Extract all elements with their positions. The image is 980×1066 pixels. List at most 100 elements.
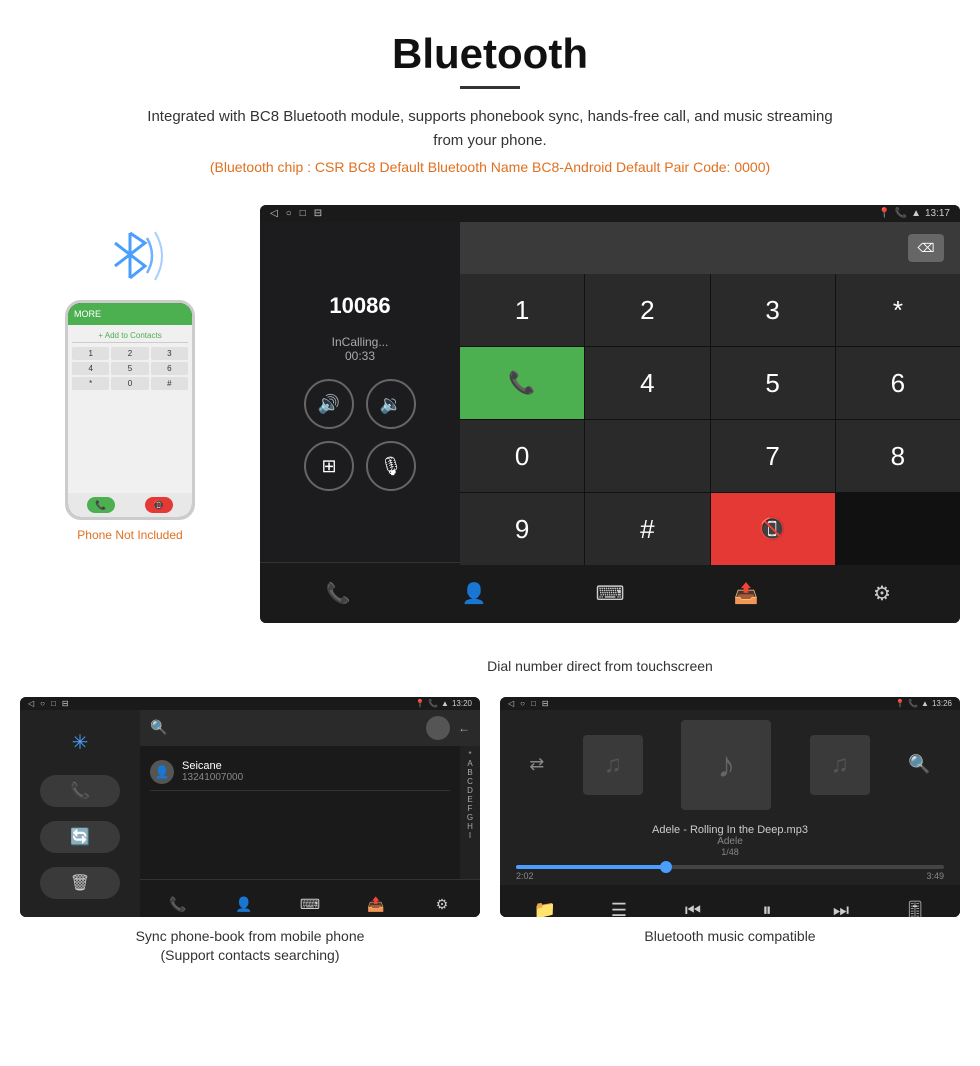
phone-key-2[interactable]: 2	[111, 347, 148, 360]
pb-call-btn[interactable]: 📞	[40, 775, 120, 807]
key-3[interactable]: 3	[711, 274, 835, 346]
music-caption: Bluetooth music compatible	[500, 927, 960, 947]
total-time: 3:49	[926, 871, 944, 881]
dialer-caption: Dial number direct from touchscreen	[220, 657, 980, 677]
pb-status-right: 📍 📞 ▲ 13:20	[415, 699, 472, 708]
phone-bar-text: MORE	[74, 309, 101, 319]
music-screen: ⇄ ♫ ♪ ♫ 🔍 Adele - Rolling In the Deep.mp…	[500, 710, 960, 917]
music-controls: 📁 ☰ ⏮ ⏸ ⏭ 🎚	[500, 885, 960, 917]
recents-icon: □	[300, 208, 306, 219]
music-folder-icon[interactable]: 📁	[527, 893, 563, 917]
nav-keypad-icon[interactable]: ⌨	[590, 573, 630, 613]
phone-end-button[interactable]: 📵	[145, 497, 173, 513]
key-5[interactable]: 5	[711, 347, 835, 419]
music-list-icon[interactable]: ☰	[601, 893, 637, 917]
key-0[interactable]: 0	[460, 420, 584, 492]
key-6[interactable]: 6	[836, 347, 960, 419]
music-menu-icon: ⊟	[542, 699, 549, 708]
key-call-red[interactable]: 📵	[711, 493, 835, 565]
pb-nav-keypad[interactable]: ⌨	[290, 885, 330, 917]
wifi-icon: ▲	[911, 208, 921, 219]
music-next-icon[interactable]: ⏭	[823, 893, 859, 917]
key-hash[interactable]: #	[585, 493, 709, 565]
menu-icon: ⊟	[314, 208, 322, 219]
key-7[interactable]: 7	[711, 420, 835, 492]
music-note-icon-small-2: ♫	[831, 751, 849, 779]
music-info: Adele - Rolling In the Deep.mp3 Adele 1/…	[500, 820, 960, 861]
nav-settings-icon[interactable]: ⚙	[862, 573, 902, 613]
backspace-button[interactable]: ⌫	[908, 234, 944, 262]
key-9[interactable]: 9	[460, 493, 584, 565]
phone-key-6[interactable]: 6	[151, 362, 188, 375]
nav-contacts-icon[interactable]: 👤	[454, 573, 494, 613]
key-2[interactable]: 2	[585, 274, 709, 346]
key-8[interactable]: 8	[836, 420, 960, 492]
home-icon: ○	[286, 208, 292, 219]
music-track-info: 1/48	[500, 847, 960, 857]
call-number: 10086	[329, 293, 390, 319]
progress-bar	[516, 865, 944, 869]
key-4[interactable]: 4	[585, 347, 709, 419]
pb-nav-contacts[interactable]: 👤	[224, 885, 264, 917]
phone-keypad: 1 2 3 4 5 6 * 0 #	[72, 347, 188, 390]
key-empty-1	[585, 420, 709, 492]
pb-contact-item[interactable]: 👤 Seicane 13241007000	[150, 754, 450, 791]
key-1[interactable]: 1	[460, 274, 584, 346]
pb-nav-phone[interactable]: 📞	[158, 885, 198, 917]
music-search-icon[interactable]: 🔍	[908, 754, 930, 775]
phonebook-caption: Sync phone-book from mobile phone (Suppo…	[20, 927, 480, 966]
android-status-bar-top: ◁ ○ □ ⊟ 📍 📞 ▲ 13:17	[260, 205, 960, 222]
pb-location-icon: 📍	[415, 699, 425, 708]
phone-add-contact: + Add to Contacts	[72, 329, 188, 343]
phone-call-button[interactable]: 📞	[87, 497, 115, 513]
music-time: 13:26	[932, 699, 952, 708]
phone-bottom-buttons: 📞 📵	[68, 493, 192, 517]
call-info-panel: 10086 InCalling... 00:33 🔊 🔉 ⊞ 🎙	[260, 222, 460, 562]
call-controls: 🔊 🔉 ⊞ 🎙	[304, 379, 416, 491]
music-album-small: ♫	[583, 735, 643, 795]
main-content: MORE + Add to Contacts 1 2 3 4 5 6 * 0 #	[0, 205, 980, 643]
phone-key-star[interactable]: *	[72, 377, 109, 390]
location-icon: 📍	[878, 208, 890, 219]
music-call-icon: 📞	[908, 699, 918, 708]
pb-main: 🔍 ← 👤 Seicane 13241007000	[140, 710, 480, 917]
bluetooth-icon-area	[20, 215, 240, 295]
pb-status-nav: ◁ ○ □ ⊟	[28, 699, 69, 708]
music-prev-icon[interactable]: ⏮	[675, 893, 711, 917]
phone-top-bar: MORE	[68, 303, 192, 325]
phone-mockup: MORE + Add to Contacts 1 2 3 4 5 6 * 0 #	[65, 300, 195, 520]
progress-bar-fill	[516, 865, 666, 869]
music-status-right: 📍 📞 ▲ 13:26	[895, 699, 952, 708]
progress-times: 2:02 3:49	[516, 871, 944, 881]
volume-up-button[interactable]: 🔊	[304, 379, 354, 429]
numpad-display: ⌫	[460, 222, 960, 274]
pb-nav-settings[interactable]: ⚙	[422, 885, 462, 917]
mute-button[interactable]: 🎙	[366, 441, 416, 491]
music-equalizer-icon[interactable]: 🎚	[897, 893, 933, 917]
music-play-pause-icon[interactable]: ⏸	[749, 893, 785, 917]
phone-key-5[interactable]: 5	[111, 362, 148, 375]
phone-key-0[interactable]: 0	[111, 377, 148, 390]
music-shuffle-icon: ⇄	[529, 754, 544, 775]
key-call-green[interactable]: 📞	[460, 347, 584, 419]
page-header: Bluetooth Integrated with BC8 Bluetooth …	[0, 0, 980, 205]
phone-key-3[interactable]: 3	[151, 347, 188, 360]
phone-key-1[interactable]: 1	[72, 347, 109, 360]
music-status-nav: ◁ ○ □ ⊟	[508, 699, 549, 708]
pb-contact-avatar: 👤	[150, 760, 174, 784]
key-star[interactable]: *	[836, 274, 960, 346]
music-album-art: ♪	[681, 720, 771, 810]
pb-refresh-btn[interactable]: 🔄	[40, 821, 120, 853]
call-controls-row-2: ⊞ 🎙	[304, 441, 416, 491]
transfer-button[interactable]: ⊞	[304, 441, 354, 491]
phonebook-android-screen: ◁ ○ □ ⊟ 📍 📞 ▲ 13:20 ✳ 📞 🔄 �	[20, 697, 480, 917]
status-time: 13:17	[925, 208, 950, 219]
nav-transfer-icon[interactable]: 📤	[726, 573, 766, 613]
pb-nav-transfer[interactable]: 📤	[356, 885, 396, 917]
phone-key-hash[interactable]: #	[151, 377, 188, 390]
pb-delete-btn[interactable]: 🗑	[40, 867, 120, 899]
volume-down-button[interactable]: 🔉	[366, 379, 416, 429]
phone-key-4[interactable]: 4	[72, 362, 109, 375]
music-main-area: ⇄ ♫ ♪ ♫ 🔍	[500, 710, 960, 820]
nav-phone-icon[interactable]: 📞	[318, 573, 358, 613]
